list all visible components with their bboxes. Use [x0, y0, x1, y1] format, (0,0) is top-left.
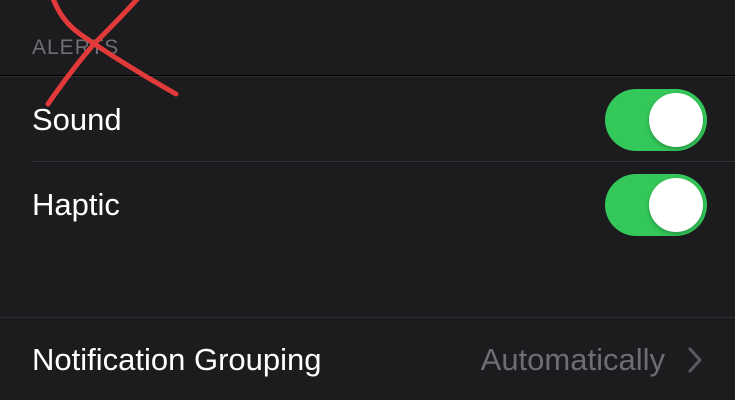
settings-screen: ALERTS Sound Haptic Notification Groupin…: [0, 0, 735, 400]
notification-grouping-value: Automatically: [480, 341, 665, 377]
notification-grouping-label: Notification Grouping: [32, 341, 322, 377]
haptic-row[interactable]: Haptic: [0, 161, 735, 247]
haptic-toggle[interactable]: [605, 173, 707, 236]
notification-grouping-row[interactable]: Notification Grouping Automatically: [0, 318, 735, 400]
section-spacer: [0, 248, 735, 317]
sound-toggle[interactable]: [605, 88, 707, 151]
sound-row[interactable]: Sound: [0, 77, 735, 162]
alerts-header-label: ALERTS: [32, 36, 120, 59]
haptic-label: Haptic: [32, 186, 120, 222]
toggle-knob: [649, 92, 703, 147]
sound-label: Sound: [32, 101, 122, 137]
alerts-group: Sound Haptic: [0, 76, 735, 249]
grouping-group: Notification Grouping Automatically: [0, 317, 735, 400]
toggle-knob: [649, 177, 703, 232]
chevron-right-icon: [688, 347, 702, 372]
alerts-section-header: ALERTS: [0, 0, 735, 75]
